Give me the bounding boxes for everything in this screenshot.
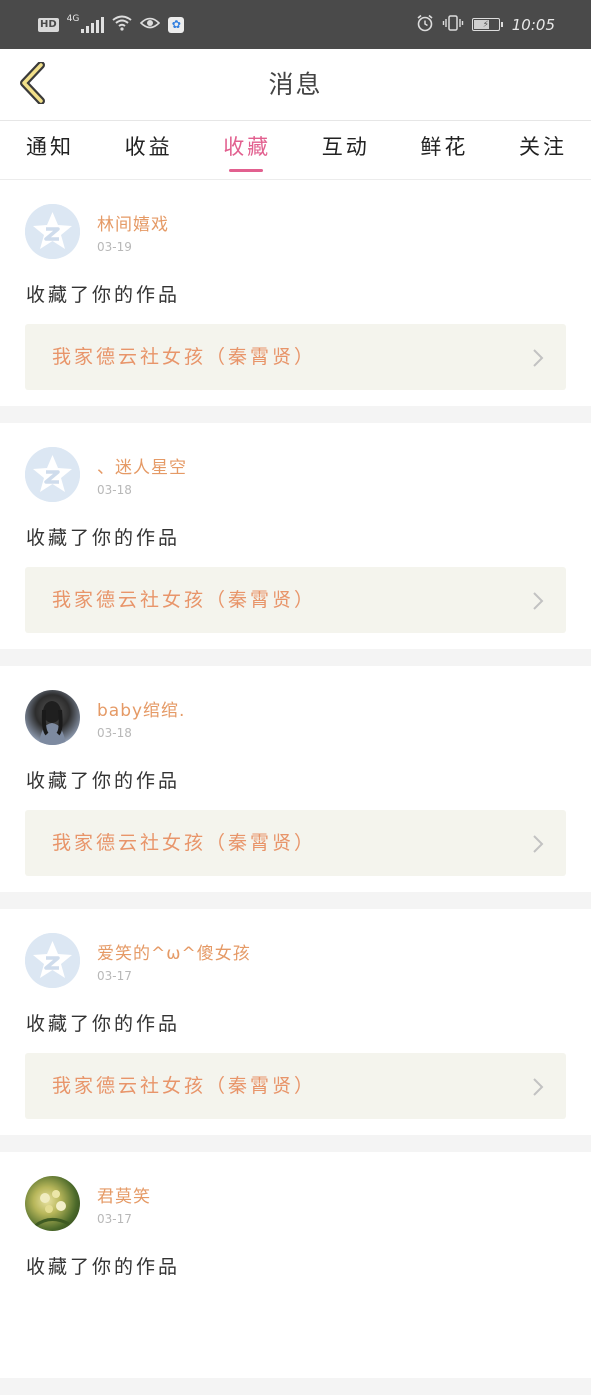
paw-app-icon: ✿ <box>168 16 185 33</box>
clock: 10:05 <box>511 15 555 34</box>
tab-earnings[interactable]: 收益 <box>125 121 173 179</box>
wifi-icon <box>112 15 132 35</box>
chevron-right-icon <box>532 591 544 615</box>
battery-icon: ⚡ <box>471 18 503 31</box>
username[interactable]: 、迷人星空 <box>97 453 187 478</box>
photo-avatar[interactable] <box>25 690 80 745</box>
message-card: 爱笑的^ω^傻女孩 03-17 收藏了你的作品 我家德云社女孩（秦霄贤） <box>0 909 591 1135</box>
message-date: 03-18 <box>97 483 132 497</box>
chevron-right-icon <box>532 834 544 858</box>
message-list: 林间嬉戏 03-19 收藏了你的作品 我家德云社女孩（秦霄贤） 、迷人星空 03… <box>0 180 591 1395</box>
username[interactable]: 君莫笑 <box>97 1182 151 1207</box>
username[interactable]: 爱笑的^ω^傻女孩 <box>97 939 251 964</box>
work-link[interactable]: 我家德云社女孩（秦霄贤） <box>25 810 566 876</box>
action-text: 收藏了你的作品 <box>26 527 181 549</box>
tab-favorites[interactable]: 收藏 <box>223 121 271 179</box>
default-avatar[interactable] <box>25 933 80 988</box>
action-text: 收藏了你的作品 <box>26 284 181 306</box>
status-bar: HD 4G ✿ ⚡ 10:05 <box>0 0 591 49</box>
message-date: 03-18 <box>97 726 132 740</box>
action-text: 收藏了你的作品 <box>26 1256 181 1278</box>
work-link[interactable]: 我家德云社女孩（秦霄贤） <box>25 1053 566 1119</box>
hd-badge: HD <box>38 17 59 32</box>
tab-interactions[interactable]: 互动 <box>322 121 370 179</box>
work-title: 我家德云社女孩（秦霄贤） <box>52 346 317 368</box>
tab-flowers[interactable]: 鲜花 <box>420 121 468 179</box>
status-bar-left: HD 4G ✿ <box>38 13 185 35</box>
work-link[interactable]: 我家德云社女孩（秦霄贤） <box>25 567 566 633</box>
chevron-left-icon <box>17 61 47 108</box>
chevron-right-icon <box>532 348 544 372</box>
message-card: baby绾绾. 03-18 收藏了你的作品 我家德云社女孩（秦霄贤） <box>0 666 591 892</box>
tab-follows[interactable]: 关注 <box>519 121 567 179</box>
eye-icon <box>140 16 161 34</box>
work-link[interactable]: 我家德云社女孩（秦霄贤） <box>25 324 566 390</box>
header: 消息 <box>0 49 591 121</box>
tab-bar: 通知 收益 收藏 互动 鲜花 关注 <box>0 121 591 180</box>
message-date: 03-17 <box>97 1212 132 1226</box>
alarm-icon <box>416 14 434 36</box>
work-title: 我家德云社女孩（秦霄贤） <box>52 1075 317 1097</box>
message-date: 03-19 <box>97 240 132 254</box>
message-card: 君莫笑 03-17 收藏了你的作品 <box>0 1152 591 1378</box>
message-card: 、迷人星空 03-18 收藏了你的作品 我家德云社女孩（秦霄贤） <box>0 423 591 649</box>
work-title: 我家德云社女孩（秦霄贤） <box>52 832 317 854</box>
username[interactable]: 林间嬉戏 <box>97 210 169 235</box>
message-card: 林间嬉戏 03-19 收藏了你的作品 我家德云社女孩（秦霄贤） <box>0 180 591 406</box>
vibrate-icon <box>442 14 464 35</box>
default-avatar[interactable] <box>25 204 80 259</box>
work-title: 我家德云社女孩（秦霄贤） <box>52 589 317 611</box>
username[interactable]: baby绾绾. <box>97 696 185 721</box>
message-date: 03-17 <box>97 969 132 983</box>
default-avatar[interactable] <box>25 447 80 502</box>
page-title: 消息 <box>268 70 323 99</box>
chevron-right-icon <box>532 1077 544 1101</box>
signal-icon <box>81 16 105 33</box>
tab-notifications[interactable]: 通知 <box>26 121 74 179</box>
action-text: 收藏了你的作品 <box>26 1013 181 1035</box>
back-button[interactable] <box>12 61 52 108</box>
network-type: 4G <box>66 13 80 24</box>
status-bar-right: ⚡ 10:05 <box>416 14 555 36</box>
action-text: 收藏了你的作品 <box>26 770 181 792</box>
photo-avatar[interactable] <box>25 1176 80 1231</box>
